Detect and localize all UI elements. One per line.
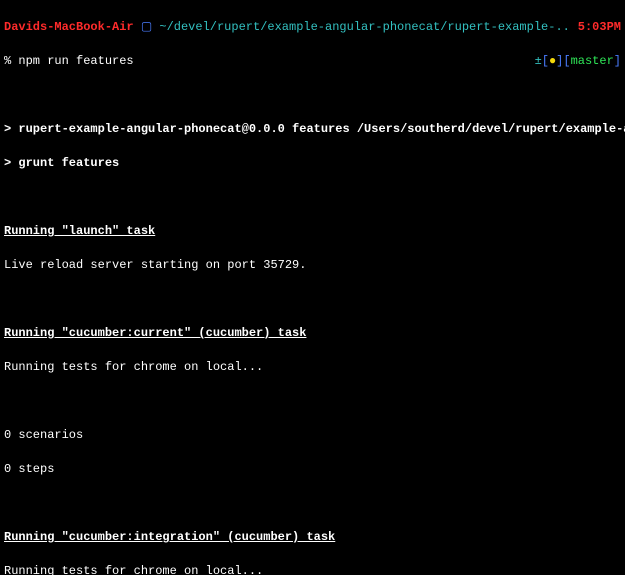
blank-line [4, 189, 621, 206]
blank-line [4, 495, 621, 512]
git-branch-close: ] [614, 54, 621, 68]
task-cucumber-current-header: Running "cucumber:current" (cucumber) ta… [4, 325, 621, 342]
git-branch-open: [ [563, 54, 570, 68]
blank-line [4, 87, 621, 104]
git-branch: master [571, 54, 614, 68]
cwd-path: ~/devel/rupert/example-angular-phonecat/… [159, 20, 569, 34]
git-plusminus: ± [535, 54, 542, 68]
command-line-1: % npm run features ±[●][master] [4, 53, 621, 70]
prompt-symbol: % [4, 54, 18, 68]
blank-line [4, 393, 621, 410]
task-cucumber-integration-msg: Running tests for chrome on local... [4, 563, 621, 575]
task-cucumber-current-msg: Running tests for chrome on local... [4, 359, 621, 376]
npm-subcommand: > grunt features [4, 155, 621, 172]
git-bracket-open: [ [542, 54, 549, 68]
task-cucumber-integration-header: Running "cucumber:integration" (cucumber… [4, 529, 621, 546]
typed-command: npm run features [18, 54, 133, 68]
prompt-square-icon: ▢ [141, 20, 152, 34]
clock-time: 5:03PM [578, 20, 621, 34]
steps-zero: 0 steps [4, 461, 621, 478]
task-launch-msg: Live reload server starting on port 3572… [4, 257, 621, 274]
npm-header: > rupert-example-angular-phonecat@0.0.0 … [4, 121, 621, 138]
prompt-line-1: Davids-MacBook-Air ▢ ~/devel/rupert/exam… [4, 19, 621, 36]
scenarios-zero: 0 scenarios [4, 427, 621, 444]
terminal[interactable]: Davids-MacBook-Air ▢ ~/devel/rupert/exam… [0, 0, 625, 575]
hostname: Davids-MacBook-Air [4, 20, 134, 34]
blank-line [4, 291, 621, 308]
task-launch-header: Running "launch" task [4, 223, 621, 240]
